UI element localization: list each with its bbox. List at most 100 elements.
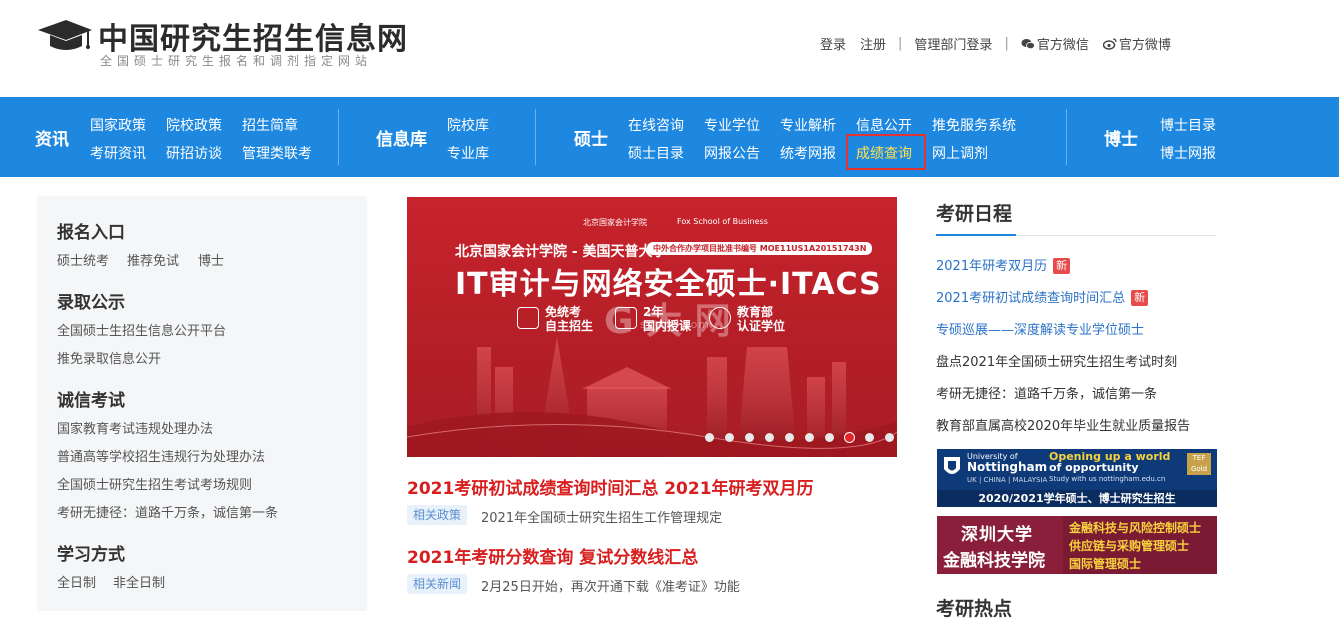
headline-score-query[interactable]: 2021考研初试成绩查询时间汇总 2021年研考双月历 <box>407 474 814 499</box>
ad1-headline2: of opportunity <box>1049 461 1139 474</box>
site-subtitle: 全国硕士研究生报名和调剂指定网站 <box>100 54 373 68</box>
sidebar-link-violation-rules[interactable]: 国家教育考试违规处理办法 <box>57 418 213 437</box>
sidebar-link-enrollment-violation[interactable]: 普通高等学校招生违规行为处理办法 <box>57 446 265 465</box>
tag-related-policy: 相关政策 <box>407 505 467 525</box>
site-logo[interactable]: 中国研究生招生信息网 全国硕士研究生报名和调剂指定网站 <box>36 14 416 74</box>
wechat-link[interactable]: 官方微信 <box>1021 34 1089 53</box>
nav-item-registration-notice[interactable]: 网报公告 <box>704 143 760 163</box>
schedule-title: 考研日程 <box>936 203 1013 225</box>
admin-login-link[interactable]: 管理部门登录 <box>914 34 992 53</box>
sidebar-link-recommend[interactable]: 推荐免试 <box>127 250 179 269</box>
ad1-smallprint: Study with us nottingham.edu.cn <box>1049 475 1166 483</box>
nav-item-info-disclosure[interactable]: 信息公开 <box>856 115 912 135</box>
nav-divider <box>338 109 339 165</box>
nav-item-professional-degree[interactable]: 专业学位 <box>704 115 760 135</box>
separator: | <box>1004 35 1009 51</box>
sidebar-link-part-time[interactable]: 非全日制 <box>113 572 165 591</box>
new-badge: 新 <box>1131 290 1149 306</box>
wechat-label: 官方微信 <box>1036 37 1089 53</box>
graduation-cap-icon <box>38 20 92 50</box>
weibo-link[interactable]: 官方微博 <box>1102 34 1171 53</box>
sidebar-title-admission: 录取公示 <box>57 293 125 313</box>
university-crest-icon <box>944 457 960 474</box>
related-policy-link[interactable]: 2021年全国硕士研究生招生工作管理规定 <box>481 507 722 526</box>
site-header: 中国研究生招生信息网 全国硕士研究生报名和调剂指定网站 登录 注册 | 管理部门… <box>0 0 1339 97</box>
nav-item-national-policy[interactable]: 国家政策 <box>90 115 146 135</box>
sidebar-link-recommend-admission[interactable]: 推免录取信息公开 <box>57 348 161 367</box>
carousel-dot[interactable] <box>865 433 874 442</box>
nav-item-online-consult[interactable]: 在线咨询 <box>628 115 684 135</box>
new-badge: 新 <box>1053 258 1071 274</box>
ad2-program: 金融科技与风险控制硕士 <box>1069 521 1202 535</box>
sidebar-link-exam-rules[interactable]: 全国硕士研究生招生考试考场规则 <box>57 474 252 493</box>
sidebar-link-full-time[interactable]: 全日制 <box>57 572 96 591</box>
nav-item-management-exam[interactable]: 管理类联考 <box>242 143 312 163</box>
related-news-link[interactable]: 2月25日开始，再次开通下载《准考证》功能 <box>481 576 740 595</box>
nav-item-exam-news[interactable]: 考研资讯 <box>90 143 146 163</box>
nav-item-recommend-system[interactable]: 推免服务系统 <box>932 115 1016 135</box>
nav-item-unified-registration[interactable]: 统考网报 <box>780 143 836 163</box>
banner-badge: 中外合作办学项目批准书编号 MOE11US1A20151743N <box>647 242 873 255</box>
nav-item-phd-registration[interactable]: 博士网报 <box>1160 143 1216 163</box>
ad-nottingham[interactable]: University of Nottingham UK | CHINA | MA… <box>937 449 1217 507</box>
score-query-highlight <box>846 134 926 170</box>
sidebar-link-phd[interactable]: 博士 <box>198 250 224 269</box>
nav-item-master-catalog[interactable]: 硕士目录 <box>628 143 684 163</box>
nav-section-phd: 博士 <box>1104 130 1138 150</box>
schedule-item[interactable]: 2021考研初试成绩查询时间汇总新 <box>936 287 1149 306</box>
register-link[interactable]: 注册 <box>860 34 886 53</box>
nav-divider <box>535 109 536 165</box>
headline-score-lines[interactable]: 2021年考研分数查询 复试分数线汇总 <box>407 543 698 568</box>
schedule-item[interactable]: 教育部直属高校2020年毕业生就业质量报告 <box>936 415 1190 434</box>
schedule-item[interactable]: 盘点2021年全国硕士研究生招生考试时刻 <box>936 351 1177 370</box>
nav-section-master: 硕士 <box>574 130 608 150</box>
sidebar-link-unified-exam[interactable]: 硕士统考 <box>57 250 109 269</box>
banner-line1: 北京国家会计学院 - 美国天普大学 <box>455 244 667 260</box>
ad2-university: 深圳大学 <box>961 525 1033 545</box>
ad1-logo-line2: Nottingham <box>967 460 1048 474</box>
sidebar: 报名入口 硕士统考 推荐免试 博士 录取公示 全国硕士生招生信息公开平台 推免录… <box>37 196 367 611</box>
ad2-program: 供应链与采购管理硕士 <box>1069 539 1190 553</box>
carousel-dot[interactable] <box>845 433 854 442</box>
nav-item-school-policy[interactable]: 院校政策 <box>166 115 222 135</box>
ad1-bottom-bar: 2020/2021学年硕士、博士研究生招生 <box>937 490 1217 507</box>
nav-divider <box>1066 109 1067 165</box>
login-link[interactable]: 登录 <box>820 34 846 53</box>
ad-shenzhen-university[interactable]: 深圳大学 金融科技学院 金融科技与风险控制硕士 供应链与采购管理硕士 国际管理硕… <box>937 516 1217 574</box>
carousel-dot[interactable] <box>805 433 814 442</box>
nav-item-online-adjustment[interactable]: 网上调剂 <box>932 143 988 163</box>
sidebar-link-info-platform[interactable]: 全国硕士生招生信息公开平台 <box>57 320 226 339</box>
schedule-item[interactable]: 考研无捷径：道路千万条，诚信第一条 <box>936 383 1157 402</box>
watermark-sub: sytem.com <box>640 318 711 331</box>
sidebar-title-study-mode: 学习方式 <box>57 545 125 565</box>
top-links: 登录 注册 | 管理部门登录 | 官方微信 官方微博 <box>820 33 1171 53</box>
nav-item-phd-catalog[interactable]: 博士目录 <box>1160 115 1216 135</box>
nav-section-news: 资讯 <box>35 130 69 150</box>
nav-item-major-analysis[interactable]: 专业解析 <box>780 115 836 135</box>
carousel-dot[interactable] <box>745 433 754 442</box>
sidebar-title-integrity: 诚信考试 <box>57 391 125 411</box>
sidebar-title-registration: 报名入口 <box>57 223 125 243</box>
carousel-dot[interactable] <box>725 433 734 442</box>
carousel-dot[interactable] <box>885 433 894 442</box>
carousel-dot[interactable] <box>705 433 714 442</box>
banner-logo-bnai: 北京国家会计学院 <box>583 218 647 227</box>
tag-related-news: 相关新闻 <box>407 574 467 594</box>
ad2-school: 金融科技学院 <box>943 551 1045 571</box>
weibo-label: 官方微博 <box>1118 37 1171 53</box>
hot-topics-title: 考研热点 <box>936 598 1013 620</box>
weibo-icon <box>1102 37 1117 50</box>
carousel-dot[interactable] <box>765 433 774 442</box>
nav-item-major-db[interactable]: 专业库 <box>447 143 489 163</box>
nav-item-admission-guide[interactable]: 招生简章 <box>242 115 298 135</box>
nav-item-interviews[interactable]: 研招访谈 <box>166 143 222 163</box>
ad2-program: 国际管理硕士 <box>1069 557 1142 571</box>
schedule-divider-accent <box>936 234 1016 236</box>
nav-item-school-db[interactable]: 院校库 <box>447 115 489 135</box>
separator: | <box>898 35 903 51</box>
carousel-dot[interactable] <box>825 433 834 442</box>
sidebar-link-integrity-slogan[interactable]: 考研无捷径：道路千万条，诚信第一条 <box>57 502 278 521</box>
schedule-item[interactable]: 专硕巡展——深度解读专业学位硕士 <box>936 319 1144 338</box>
schedule-item[interactable]: 2021年研考双月历新 <box>936 255 1071 274</box>
carousel-dot[interactable] <box>785 433 794 442</box>
